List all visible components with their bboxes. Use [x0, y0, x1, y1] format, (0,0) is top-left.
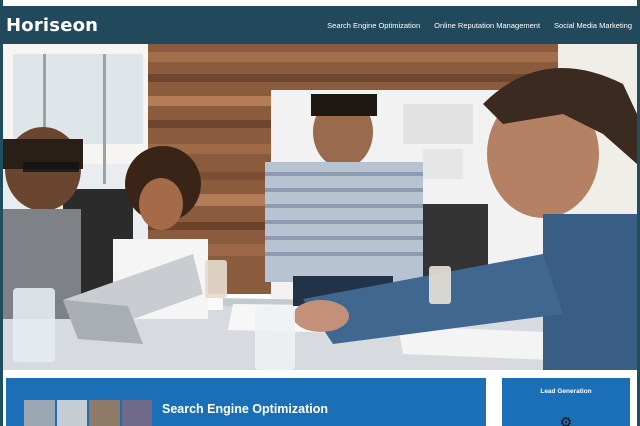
seo-card-title: Search Engine Optimization [162, 402, 328, 416]
hero-photo [3, 44, 637, 370]
seo-thumbnail [24, 400, 152, 426]
hero-image [3, 44, 637, 370]
lead-generation-title: Lead Generation [540, 388, 592, 395]
nav-link-seo[interactable]: Search Engine Optimization [327, 21, 420, 30]
site-header: Horiseon Search Engine Optimization Onli… [0, 6, 640, 44]
main-nav: Search Engine Optimization Online Reputa… [327, 21, 632, 30]
seo-card: Search Engine Optimization [6, 378, 486, 426]
nav-link-reputation[interactable]: Online Reputation Management [434, 21, 540, 30]
lead-generation-card: Lead Generation ⚙ [502, 378, 630, 426]
gear-icon: ⚙ [559, 414, 573, 426]
site-logo[interactable]: Horiseon [6, 15, 98, 36]
nav-link-social[interactable]: Social Media Marketing [554, 21, 632, 30]
